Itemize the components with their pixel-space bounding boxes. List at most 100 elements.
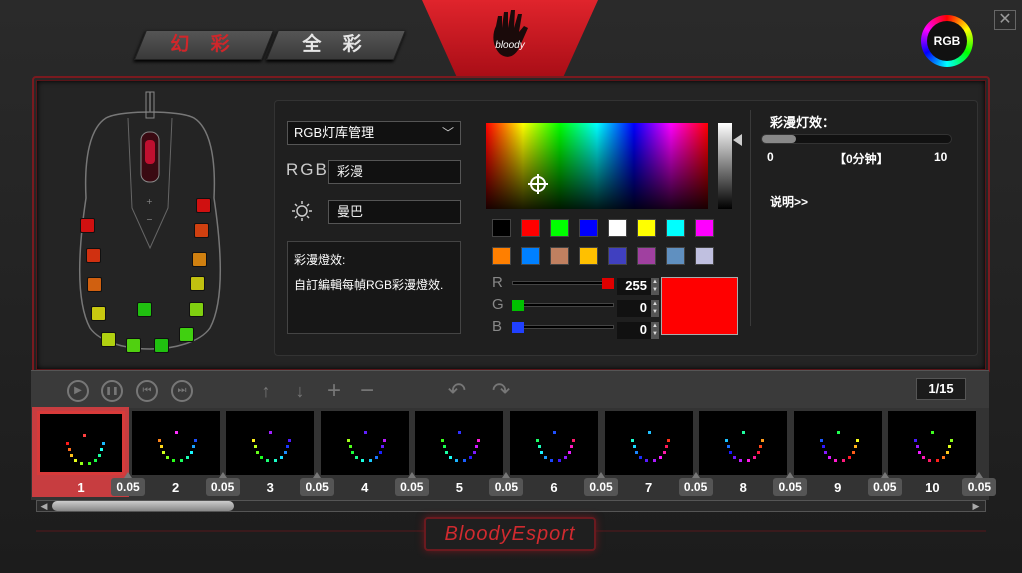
frame-led-dot bbox=[159, 445, 163, 448]
frame-led-dot bbox=[346, 439, 350, 442]
frame-led-dot bbox=[950, 439, 954, 442]
color-swatch[interactable] bbox=[521, 247, 540, 265]
led-12[interactable] bbox=[194, 223, 209, 238]
scrollbar-thumb[interactable] bbox=[52, 501, 234, 511]
led-7[interactable] bbox=[154, 338, 169, 353]
frame-led-dot bbox=[725, 439, 729, 442]
color-spectrum[interactable] bbox=[486, 123, 708, 209]
tab-quancai[interactable]: 全 彩 bbox=[265, 30, 407, 60]
frame-led-dot bbox=[473, 451, 477, 454]
led-1[interactable] bbox=[80, 218, 95, 233]
led-5[interactable] bbox=[101, 332, 116, 347]
next-button[interactable]: ⏭ bbox=[171, 380, 193, 402]
frame-led-dot bbox=[463, 459, 467, 462]
frame-thumbnail[interactable] bbox=[131, 411, 220, 475]
frame-thumbnail[interactable] bbox=[415, 411, 504, 475]
frame-thumbnail[interactable] bbox=[37, 411, 125, 475]
frame-thumbnail[interactable] bbox=[226, 411, 315, 475]
color-swatch[interactable] bbox=[608, 219, 627, 237]
close-button[interactable]: ✕ bbox=[994, 10, 1016, 30]
color-swatch[interactable] bbox=[637, 247, 656, 265]
led-2[interactable] bbox=[86, 248, 101, 263]
led-logo[interactable] bbox=[137, 302, 152, 317]
frame-led-dot bbox=[191, 445, 195, 448]
library-dropdown[interactable]: RGB灯库管理 ﹀ bbox=[287, 121, 461, 145]
color-swatch[interactable] bbox=[666, 219, 685, 237]
frame-thumbnail[interactable] bbox=[604, 411, 693, 475]
move-down-button[interactable]: ↓ bbox=[289, 380, 311, 402]
frame-led-dot bbox=[193, 439, 197, 442]
frame-led-dot bbox=[350, 451, 354, 454]
channel-slider-thumb[interactable] bbox=[512, 300, 524, 311]
spin-arrows-icon[interactable]: ▲ ▼ bbox=[651, 278, 659, 295]
frame-duration[interactable]: 0.05 bbox=[962, 472, 997, 496]
description-title: 彩漫燈效: bbox=[294, 253, 346, 267]
frame-thumbnail[interactable] bbox=[510, 411, 598, 475]
redo-button[interactable]: ↷ bbox=[490, 380, 512, 402]
mode-field[interactable]: 彩漫 bbox=[328, 160, 461, 184]
led-6[interactable] bbox=[126, 338, 141, 353]
channel-value[interactable]: 0 bbox=[617, 300, 651, 317]
led-10[interactable] bbox=[190, 276, 205, 291]
led-13[interactable] bbox=[196, 198, 211, 213]
help-link[interactable]: 说明>> bbox=[770, 193, 808, 210]
color-preview bbox=[661, 277, 738, 335]
speed-field[interactable]: 曼巴 bbox=[328, 200, 461, 224]
brightness-slider[interactable] bbox=[718, 123, 732, 209]
frame-led-dot bbox=[931, 431, 935, 434]
channel-slider-thumb[interactable] bbox=[512, 322, 524, 333]
color-swatch[interactable] bbox=[695, 219, 714, 237]
color-swatch[interactable] bbox=[550, 219, 569, 237]
undo-button[interactable]: ↶ bbox=[446, 380, 468, 402]
brightness-arrow-icon[interactable] bbox=[733, 134, 742, 146]
color-swatch[interactable] bbox=[695, 247, 714, 265]
channel-slider-thumb[interactable] bbox=[602, 278, 614, 289]
led-11[interactable] bbox=[192, 252, 207, 267]
frame-thumbnail[interactable] bbox=[320, 411, 409, 475]
frame-thumbnail[interactable] bbox=[793, 411, 882, 475]
channel-value[interactable]: 0 bbox=[617, 322, 651, 339]
spin-arrows-icon[interactable]: ▲ ▼ bbox=[651, 300, 659, 317]
color-swatch[interactable] bbox=[579, 219, 598, 237]
tab-huancai[interactable]: 幻 彩 bbox=[133, 30, 275, 60]
color-swatch[interactable] bbox=[550, 247, 569, 265]
move-up-button[interactable]: ↑ bbox=[255, 380, 277, 402]
frame-led-dot bbox=[647, 431, 651, 434]
color-swatch[interactable] bbox=[579, 247, 598, 265]
led-4[interactable] bbox=[91, 306, 106, 321]
previous-button[interactable]: ⏮ bbox=[136, 380, 158, 402]
effect-slider-thumb[interactable] bbox=[762, 135, 796, 143]
color-swatch[interactable] bbox=[637, 219, 656, 237]
add-frame-button[interactable]: + bbox=[323, 379, 345, 403]
channel-slider-r[interactable] bbox=[512, 281, 614, 285]
color-swatch[interactable] bbox=[492, 247, 511, 265]
frame-led-dot bbox=[445, 451, 449, 454]
frame-thumbnail[interactable] bbox=[699, 411, 788, 475]
play-button[interactable]: ▶ bbox=[67, 380, 89, 402]
frame-led-dot bbox=[363, 431, 367, 434]
spin-arrows-icon[interactable]: ▲ ▼ bbox=[651, 322, 659, 339]
color-swatch[interactable] bbox=[492, 219, 511, 237]
description-box: 彩漫燈效: 自訂編輯每幀RGB彩漫燈效. bbox=[287, 241, 461, 334]
led-8[interactable] bbox=[179, 327, 194, 342]
frame-thumbnail[interactable] bbox=[888, 411, 977, 475]
pause-button[interactable]: ❚❚ bbox=[101, 380, 123, 402]
remove-frame-button[interactable]: − bbox=[356, 379, 378, 403]
library-dropdown-value: RGB灯库管理 bbox=[294, 125, 375, 140]
frame-led-dot bbox=[733, 456, 737, 459]
frame-led-dot bbox=[171, 459, 175, 462]
frame-led-dot bbox=[928, 459, 932, 462]
channel-slider-b[interactable] bbox=[512, 325, 614, 329]
color-swatch[interactable] bbox=[666, 247, 685, 265]
frame-led-dot bbox=[70, 454, 73, 457]
channel-slider-g[interactable] bbox=[512, 303, 614, 307]
scroll-left-icon[interactable]: ◀ bbox=[38, 500, 50, 512]
crosshair-icon[interactable] bbox=[528, 174, 548, 194]
frame-led-dot bbox=[185, 456, 189, 459]
scroll-right-icon[interactable]: ▶ bbox=[970, 500, 982, 512]
color-swatch[interactable] bbox=[521, 219, 540, 237]
channel-value[interactable]: 255 bbox=[617, 278, 651, 295]
led-9[interactable] bbox=[189, 302, 204, 317]
led-3[interactable] bbox=[87, 277, 102, 292]
color-swatch[interactable] bbox=[608, 247, 627, 265]
